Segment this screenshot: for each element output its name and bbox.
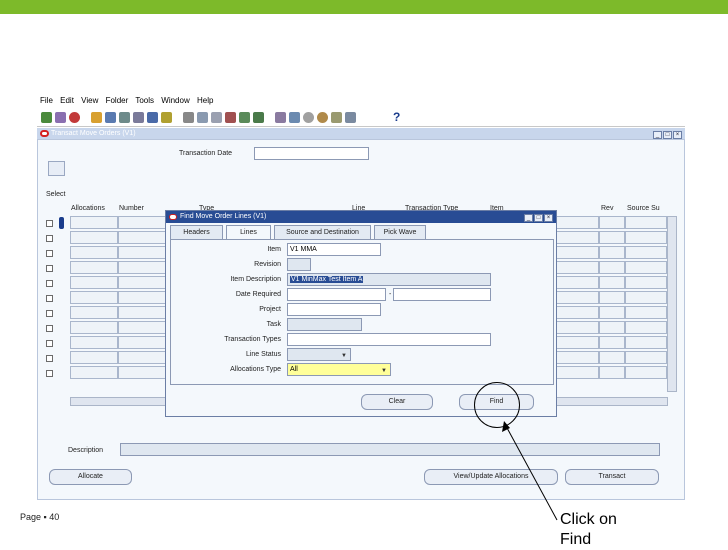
page-number: Page ▪ 40 [20,512,60,522]
callout-line-2: Find [560,531,592,548]
callout-arrow [502,421,558,521]
callout-text: Click on Find [560,510,617,550]
callout-line-1: Click on [560,511,617,528]
